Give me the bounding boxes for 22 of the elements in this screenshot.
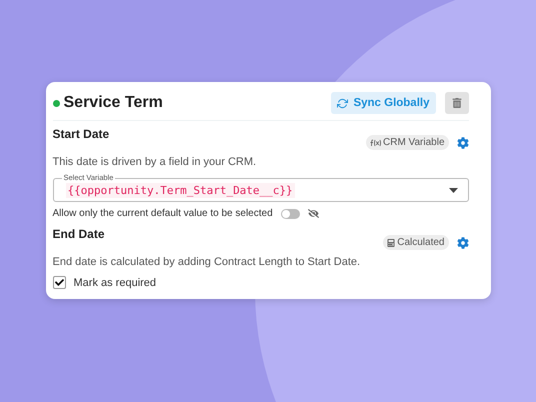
checkbox-label: Mark as required — [74, 276, 156, 288]
field-description: End date is calculated by adding Contract Length to Start Date. — [52, 256, 362, 268]
calculated-badge: Calculated — [383, 235, 448, 250]
variable-value: {{opportunity.Term_Start_Date__c}} — [66, 182, 295, 198]
function-icon — [370, 138, 381, 146]
toggle-switch[interactable] — [280, 208, 300, 218]
field-description: This date is driven by a field in your CRM. — [52, 156, 258, 168]
refresh-icon — [337, 98, 348, 108]
required-checkbox[interactable] — [52, 276, 66, 289]
settings-icon[interactable] — [456, 236, 468, 248]
eye-slash-icon[interactable] — [308, 208, 319, 219]
card-title: Service Term — [64, 94, 164, 112]
section-label: Start Date — [52, 127, 110, 141]
delete-button[interactable] — [444, 92, 468, 114]
section-label: End Date — [52, 227, 105, 241]
check-icon — [54, 278, 64, 287]
toggle-label: Allow only the current default value to be selected — [52, 208, 273, 219]
caret-icon — [448, 188, 458, 192]
crm-variable-badge: CRM Variable — [366, 135, 448, 150]
trash-icon — [452, 98, 462, 108]
calculator-icon — [387, 238, 396, 246]
settings-icon[interactable] — [456, 136, 468, 148]
